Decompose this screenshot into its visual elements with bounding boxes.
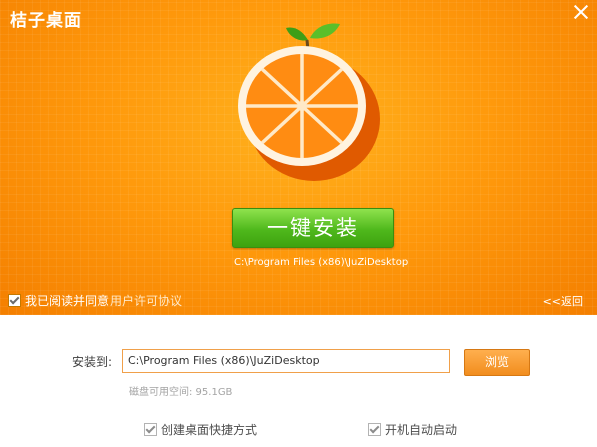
autostart-option[interactable]: 开机自动启动 (368, 421, 457, 438)
license-link[interactable]: 用户许可协议 (110, 292, 182, 309)
browse-button[interactable]: 浏览 (464, 349, 530, 376)
install-path-input[interactable]: C:\Program Files (x86)\JuZiDesktop (122, 349, 450, 373)
disk-space-text: 磁盘可用空间: 95.1GB (129, 387, 233, 398)
window-title: 桔子桌面 (10, 11, 82, 31)
orange-logo-icon (238, 23, 380, 181)
install-to-label: 安装到: (72, 355, 113, 369)
back-link[interactable]: <<返回 (543, 293, 583, 309)
autostart-checkbox[interactable] (368, 423, 381, 436)
desktop-shortcut-option[interactable]: 创建桌面快捷方式 (144, 421, 257, 438)
hero-banner: 桔子桌面 一键安装 C:\Program Files (x86)\JuZiDes… (0, 0, 597, 315)
one-click-install-button[interactable]: 一键安装 (232, 208, 394, 248)
agree-checkbox[interactable] (8, 294, 21, 307)
desktop-shortcut-label: 创建桌面快捷方式 (161, 423, 258, 437)
install-path-text: C:\Program Files (x86)\JuZiDesktop (234, 257, 409, 268)
desktop-shortcut-checkbox[interactable] (144, 423, 157, 436)
close-icon[interactable] (571, 2, 591, 22)
autostart-label: 开机自动启动 (385, 423, 458, 437)
agree-text: 我已阅读并同意 (25, 294, 110, 308)
agreement-row: 我已阅读并同意 用户许可协议 (8, 292, 182, 309)
